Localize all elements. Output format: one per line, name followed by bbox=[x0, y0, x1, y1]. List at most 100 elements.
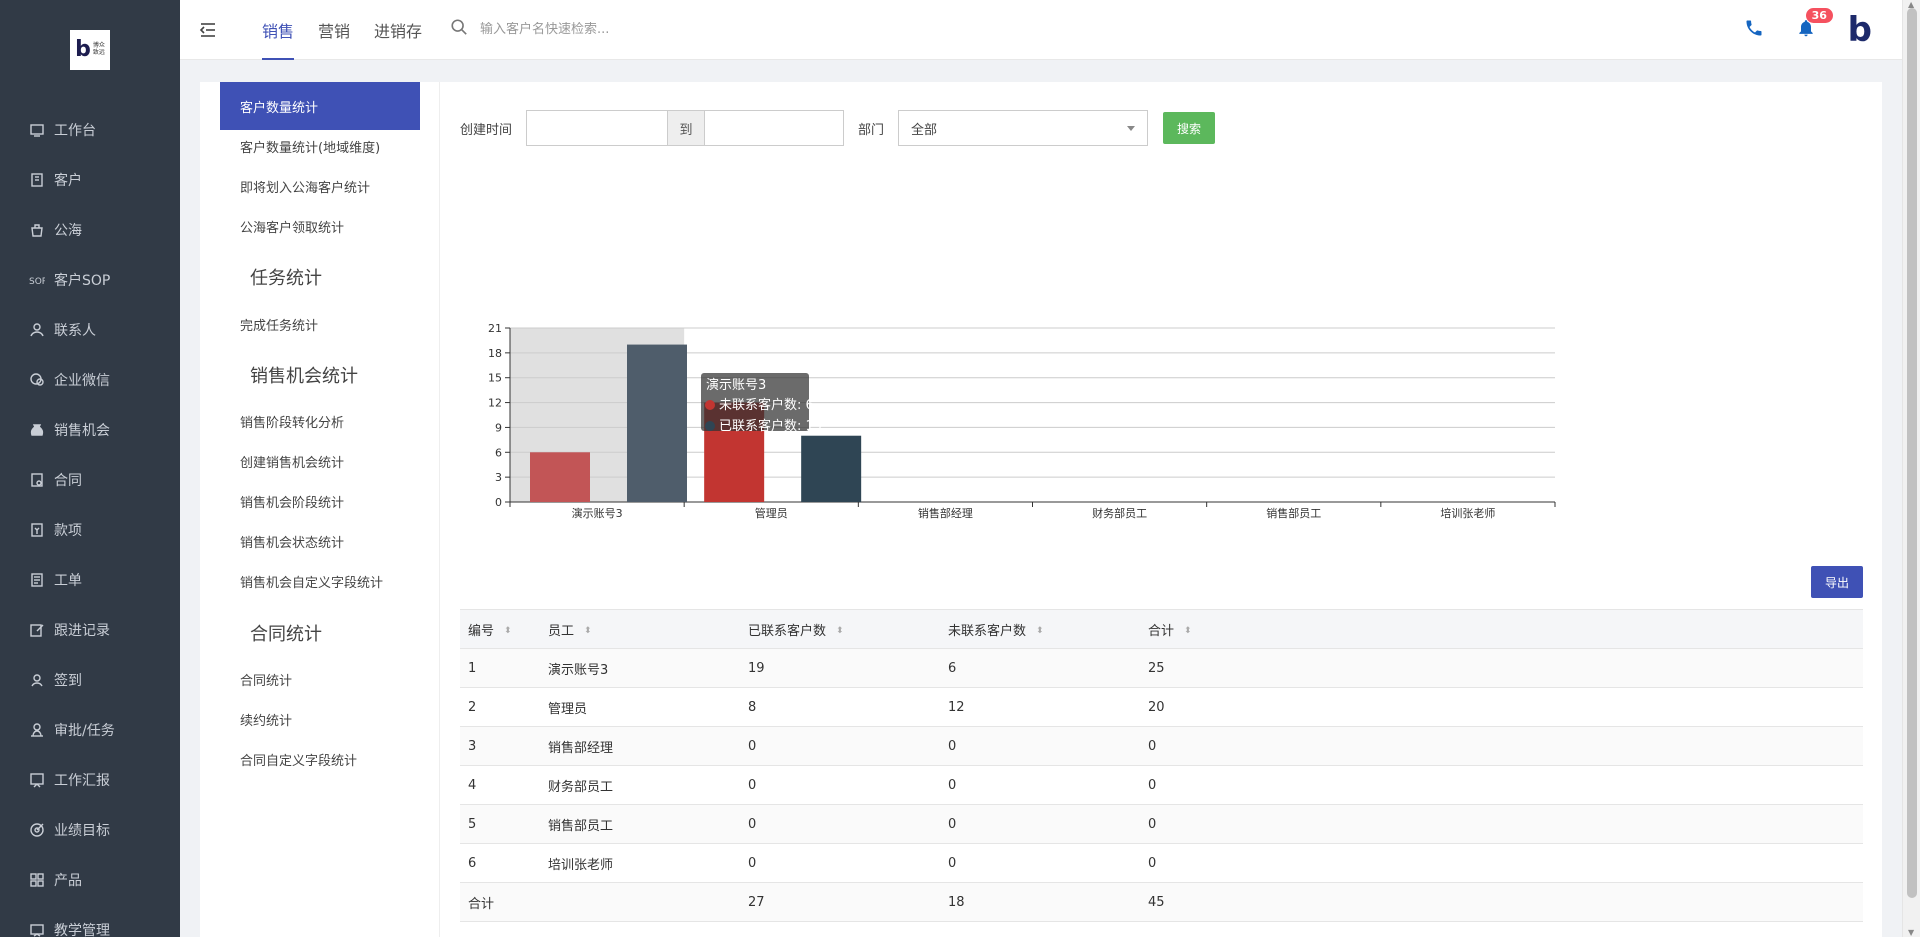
sidebar-item-16[interactable]: 教学管理 bbox=[0, 905, 180, 937]
search-icon[interactable] bbox=[450, 18, 468, 40]
scrollbar-thumb[interactable] bbox=[1907, 8, 1917, 898]
table-cell: 0 bbox=[740, 804, 940, 844]
sidebar-item-2[interactable]: 公海 bbox=[0, 205, 180, 255]
sidebar-item-12[interactable]: 审批/任务 bbox=[0, 705, 180, 755]
y-tick-label: 0 bbox=[495, 496, 502, 509]
sidebar-item-1[interactable]: 客户 bbox=[0, 155, 180, 205]
sidebar-item-label: 跟进记录 bbox=[54, 623, 110, 639]
workbench-icon bbox=[28, 121, 46, 139]
top-tab-2[interactable]: 进销存 bbox=[362, 0, 434, 60]
bar-0-0 bbox=[530, 452, 590, 502]
sidebar-item-5[interactable]: 企业微信 bbox=[0, 355, 180, 405]
table-cell: 0 bbox=[740, 726, 940, 766]
sidebar-item-8[interactable]: 款项 bbox=[0, 505, 180, 555]
content-card: 客户数量统计 客户数量统计(地域维度) 即将划入公海客户统计 公海客户领取统计 任务统计… bbox=[200, 82, 1882, 937]
person-icon bbox=[28, 321, 46, 339]
customer-search bbox=[450, 18, 740, 40]
export-button[interactable]: 导出 bbox=[1811, 566, 1863, 598]
scroll-down-icon[interactable]: ▼ bbox=[1908, 928, 1914, 937]
department-select[interactable]: 全部 bbox=[898, 110, 1149, 146]
created-time-label: 创建时间 bbox=[460, 122, 513, 138]
vertical-scrollbar[interactable]: ▲ ▼ bbox=[1902, 0, 1920, 937]
table-cell: 0 bbox=[940, 804, 1140, 844]
column-header[interactable]: 未联系客户数 ⬍ bbox=[940, 609, 1140, 649]
end-date-input[interactable] bbox=[705, 111, 844, 145]
sidebar-item-11[interactable]: 签到 bbox=[0, 655, 180, 705]
sidebar-item-15[interactable]: 产品 bbox=[0, 855, 180, 905]
y-tick-label: 6 bbox=[495, 446, 502, 459]
report-menu-item[interactable]: 销售机会自定义字段统计 bbox=[220, 557, 420, 605]
report-menu-item[interactable]: 公海客户领取统计 bbox=[220, 202, 420, 250]
sidebar-item-14[interactable]: 业绩目标 bbox=[0, 805, 180, 855]
table-cell: 20 bbox=[1140, 687, 1863, 727]
sidebar-item-6[interactable]: 销售机会 bbox=[0, 405, 180, 455]
table-row: 2 管理员 8 12 20 bbox=[460, 687, 1863, 727]
sidebar-item-label: 产品 bbox=[54, 873, 82, 889]
column-header[interactable]: 已联系客户数 ⬍ bbox=[740, 609, 940, 649]
sidebar-item-13[interactable]: 工作汇报 bbox=[0, 755, 180, 805]
brand-logo[interactable]: b bbox=[1848, 13, 1872, 47]
search-input[interactable] bbox=[480, 21, 740, 37]
table-row: 1 演示账号3 19 6 25 bbox=[460, 648, 1863, 688]
sort-icon[interactable]: ⬍ bbox=[1036, 626, 1044, 636]
column-header[interactable]: 编号 ⬍ bbox=[460, 609, 540, 649]
sidebar-item-label: 审批/任务 bbox=[54, 723, 115, 739]
menu-toggle-icon[interactable] bbox=[198, 20, 218, 40]
tooltip-line: 未联系客户数: 6 bbox=[719, 397, 814, 413]
top-tab-0[interactable]: 销售 bbox=[250, 0, 306, 60]
table-cell: 销售部经理 bbox=[540, 726, 740, 766]
column-header[interactable]: 合计 ⬍ bbox=[1140, 609, 1863, 649]
y-tick-label: 15 bbox=[488, 372, 502, 385]
sop-icon: SOP bbox=[28, 271, 46, 289]
table-cell: 演示账号3 bbox=[540, 648, 740, 688]
table-cell: 18 bbox=[940, 882, 1140, 922]
report-icon bbox=[28, 771, 46, 789]
sidebar-item-4[interactable]: 联系人 bbox=[0, 305, 180, 355]
sidebar-item-0[interactable]: 工作台 bbox=[0, 105, 180, 155]
start-date-input[interactable] bbox=[527, 111, 668, 145]
sidebar-item-3[interactable]: SOP 客户SOP bbox=[0, 255, 180, 305]
company-logo[interactable]: b 博众 致远 bbox=[70, 30, 110, 70]
sidebar-item-label: 公海 bbox=[54, 223, 82, 239]
y-tick-label: 21 bbox=[488, 322, 502, 335]
y-tick-label: 3 bbox=[495, 471, 502, 484]
topbar: 销售营销进销存 36 b bbox=[180, 0, 1902, 60]
svg-text:SOP: SOP bbox=[29, 277, 45, 287]
notification-bell-icon[interactable]: 36 bbox=[1796, 8, 1833, 42]
sidebar-item-10[interactable]: 跟进记录 bbox=[0, 605, 180, 655]
column-header[interactable]: 员工 ⬍ bbox=[540, 609, 740, 649]
sidebar-nav: 工作台 客户公海 SOP 客户SOP 联系人 企业微信 销售机会合同款项工单跟进记录签到审批… bbox=[0, 105, 180, 937]
bar-1-1 bbox=[801, 435, 862, 502]
ticket-icon bbox=[28, 571, 46, 589]
table-row: 4 财务部员工 0 0 0 bbox=[460, 765, 1863, 805]
report-menu-item[interactable]: 完成任务统计 bbox=[220, 300, 420, 348]
sidebar-item-9[interactable]: 工单 bbox=[0, 555, 180, 605]
sidebar-item-label: 款项 bbox=[54, 523, 82, 539]
table-cell: 1 bbox=[460, 648, 540, 688]
sidebar-item-label: 教学管理 bbox=[54, 923, 110, 937]
top-tab-1[interactable]: 营销 bbox=[306, 0, 362, 60]
sidebar-item-label: 客户SOP bbox=[54, 273, 111, 289]
menu-section-header: 任务统计 bbox=[250, 268, 322, 289]
sort-icon[interactable]: ⬍ bbox=[504, 626, 512, 636]
phone-icon[interactable] bbox=[1744, 18, 1764, 42]
sort-icon[interactable]: ⬍ bbox=[584, 626, 592, 636]
money-bag-icon bbox=[28, 421, 46, 439]
table-cell: 培训张老师 bbox=[540, 843, 740, 883]
logo-letter: b bbox=[75, 37, 91, 62]
payment-icon bbox=[28, 521, 46, 539]
table-cell: 0 bbox=[940, 765, 1140, 805]
sort-icon[interactable]: ⬍ bbox=[1184, 626, 1192, 636]
sort-icon[interactable]: ⬍ bbox=[836, 626, 844, 636]
y-tick-label: 9 bbox=[495, 421, 502, 434]
search-button[interactable]: 搜索 bbox=[1163, 112, 1216, 144]
table-cell: 6 bbox=[940, 648, 1140, 688]
sidebar-item-7[interactable]: 合同 bbox=[0, 455, 180, 505]
sidebar-item-label: 合同 bbox=[54, 473, 82, 489]
building-icon bbox=[28, 171, 46, 189]
report-menu: 客户数量统计 客户数量统计(地域维度) 即将划入公海客户统计 公海客户领取统计 任务统计… bbox=[200, 82, 440, 937]
table-cell: 8 bbox=[740, 687, 940, 727]
customer-chart: 0 3 6 9 12 15 18 21 演示账号3 管理员 销售部经理 财务部员工 销售部员工 培训张老师… bbox=[440, 232, 1882, 532]
report-menu-item[interactable]: 合同自定义字段统计 bbox=[220, 735, 420, 783]
table-cell bbox=[540, 882, 740, 922]
